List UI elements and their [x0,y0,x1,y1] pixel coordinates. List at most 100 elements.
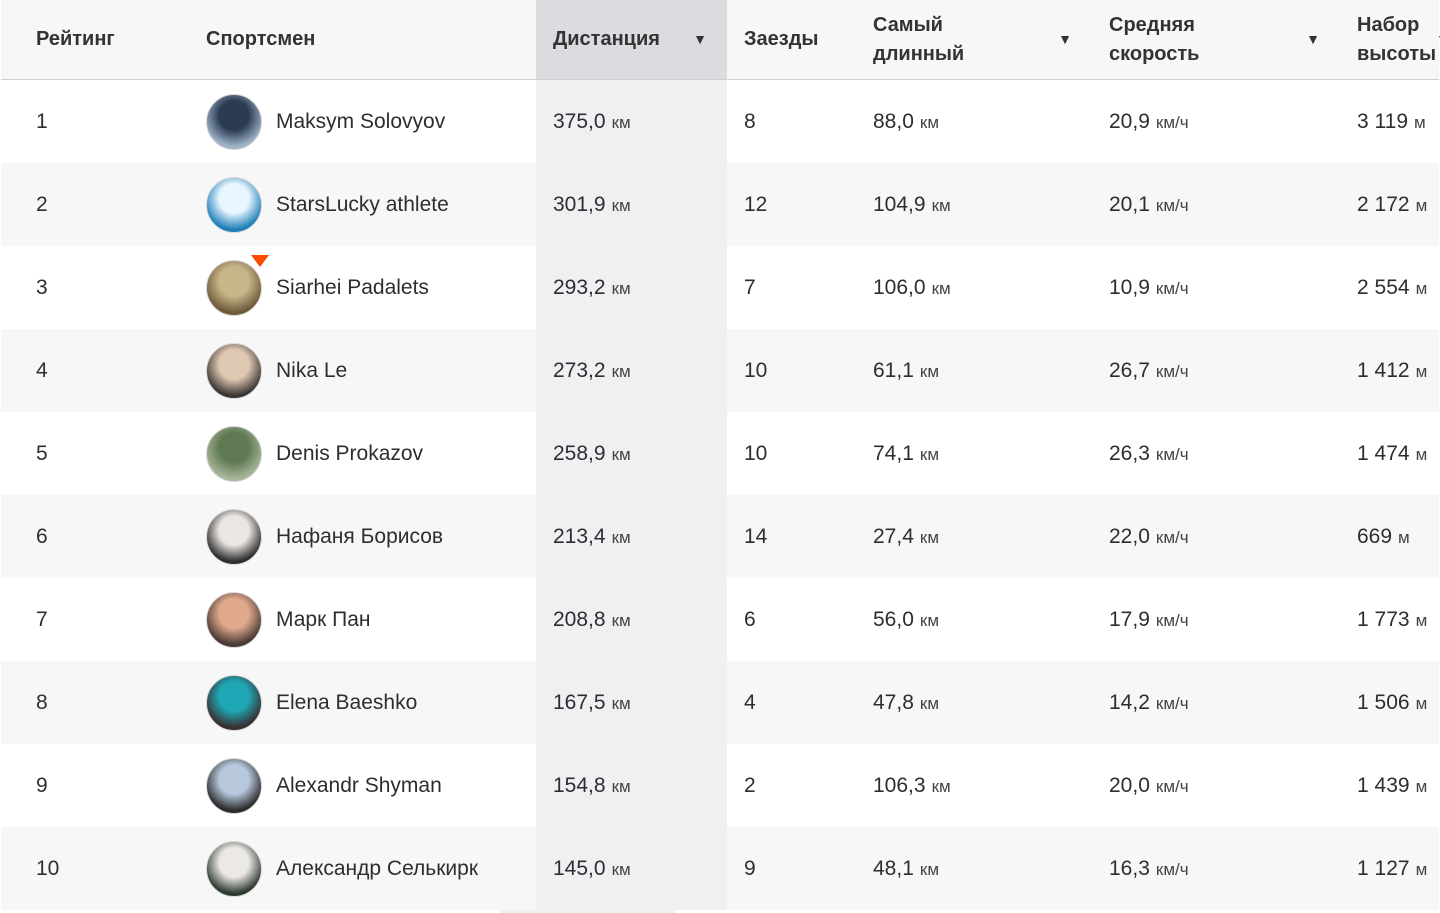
rides-cell: 7 [727,246,856,329]
rides-value: 9 [744,856,756,880]
speed-cell: 26,7 км/ч [1092,329,1340,412]
longest-cell: 74,1 км [856,412,1092,495]
rank-value: 5 [36,441,48,465]
distance-cell: 293,2 км [536,246,727,329]
rides-cell: 10 [727,329,856,412]
speed-cell: 17,9 км/ч [1092,578,1340,661]
rank-cell: 4 [1,329,206,412]
speed-unit: км/ч [1155,610,1189,630]
athlete-name-link[interactable]: Alexandr Shyman [276,774,442,798]
avatar[interactable] [206,176,262,233]
distance-value: 375,0 [553,109,606,133]
header-elevation[interactable]: Набор высоты ▼ [1340,0,1440,80]
rank-cell: 8 [1,661,206,744]
header-longest-label: Самый длинный [873,13,965,65]
avatar[interactable] [206,674,262,731]
avatar[interactable] [206,591,262,648]
rank-value: 3 [36,275,48,299]
header-avg-speed[interactable]: Средняя скорость ▼ [1092,0,1340,80]
distance-value: 258,9 [553,441,606,465]
rank-value: 2 [36,192,48,216]
athlete-name-link[interactable]: StarsLucky athlete [276,193,449,217]
longest-unit: км [931,278,951,298]
elevation-unit: м [1398,527,1410,547]
distance-cell: 167,5 км [536,661,727,744]
longest-cell: 61,1 км [856,329,1092,412]
athlete-name-link[interactable]: Марк Пан [276,608,370,632]
athlete-name-link[interactable]: Александр Селькирк [276,857,478,881]
table-row: 7 Марк Пан 208,8 км 6 56,0 км 17,9 км/ч 1 7… [1,578,1439,661]
longest-unit: км [919,693,939,713]
speed-unit: км/ч [1155,527,1189,547]
header-longest[interactable]: Самый длинный ▼ [856,0,1092,80]
rank-cell: 7 [1,578,206,661]
distance-unit: км [611,527,631,547]
longest-value: 106,0 [873,275,926,299]
distance-cell: 154,8 км [536,744,727,827]
elevation-cell: 1 127 м [1340,827,1439,910]
elevation-value: 1 506 [1357,690,1410,714]
distance-value: 145,0 [553,856,606,880]
triangle-down-icon: ▼ [1306,31,1320,47]
elevation-value: 669 [1357,524,1393,548]
header-athlete[interactable]: Спортсмен [206,0,536,80]
distance-value: 273,2 [553,358,606,382]
longest-cell: 106,0 км [856,246,1092,329]
triangle-down-icon: ▼ [1436,25,1440,54]
speed-cell: 14,2 км/ч [1092,661,1340,744]
longest-value: 106,3 [873,773,926,797]
table-row: 8 Elena Baeshko 167,5 км 4 47,8 км 14,2 км/… [1,661,1439,744]
rank-value: 9 [36,773,48,797]
elevation-cell: 669 м [1340,495,1439,578]
speed-unit: км/ч [1155,195,1189,215]
distance-unit: км [611,361,631,381]
athlete-name-link[interactable]: Нафаня Борисов [276,525,443,549]
speed-value: 16,3 [1109,856,1150,880]
longest-unit: км [919,112,939,132]
header-distance[interactable]: Дистанция ▼ [536,0,727,80]
athlete-name-link[interactable]: Nika Le [276,359,347,383]
elevation-cell: 1 506 м [1340,661,1439,744]
speed-cell: 20,9 км/ч [1092,79,1340,163]
header-rank[interactable]: Рейтинг [1,0,206,80]
speed-unit: км/ч [1155,444,1189,464]
distance-cell: 213,4 км [536,495,727,578]
avatar[interactable] [206,342,262,399]
avatar[interactable] [206,425,262,482]
speed-cell: 16,3 км/ч [1092,827,1340,910]
avatar[interactable] [206,254,269,316]
avatar[interactable] [206,93,262,150]
longest-unit: км [931,195,951,215]
header-rank-label: Рейтинг [36,28,115,50]
rides-value: 7 [744,275,756,299]
distance-value: 213,4 [553,524,606,548]
speed-cell: 22,0 км/ч [1092,495,1340,578]
athlete-name-link[interactable]: Maksym Solovyov [276,110,445,134]
avatar[interactable] [206,508,262,565]
rides-cell: 9 [727,827,856,910]
distance-cell: 145,0 км [536,827,727,910]
avatar[interactable] [206,757,262,814]
speed-value: 10,9 [1109,275,1150,299]
rides-value: 6 [744,607,756,631]
athlete-name-link[interactable]: Elena Baeshko [276,691,417,715]
athlete-cell: Нафаня Борисов [206,495,536,578]
header-rides[interactable]: Заезды [727,0,856,80]
longest-cell: 48,1 км [856,827,1092,910]
rides-cell: 14 [727,495,856,578]
athlete-name-link[interactable]: Siarhei Padalets [276,276,429,300]
speed-value: 20,1 [1109,192,1150,216]
rides-cell: 4 [727,661,856,744]
elevation-value: 1 474 [1357,441,1410,465]
distance-value: 167,5 [553,690,606,714]
elevation-unit: м [1414,112,1426,132]
elevation-unit: м [1415,776,1428,796]
longest-value: 88,0 [873,109,914,133]
avatar[interactable] [206,840,262,897]
rides-cell: 10 [727,412,856,495]
speed-value: 17,9 [1109,607,1150,631]
rides-value: 8 [744,109,756,133]
athlete-name-link[interactable]: Denis Prokazov [276,442,423,466]
speed-unit: км/ч [1155,112,1189,132]
speed-unit: км/ч [1155,278,1189,298]
